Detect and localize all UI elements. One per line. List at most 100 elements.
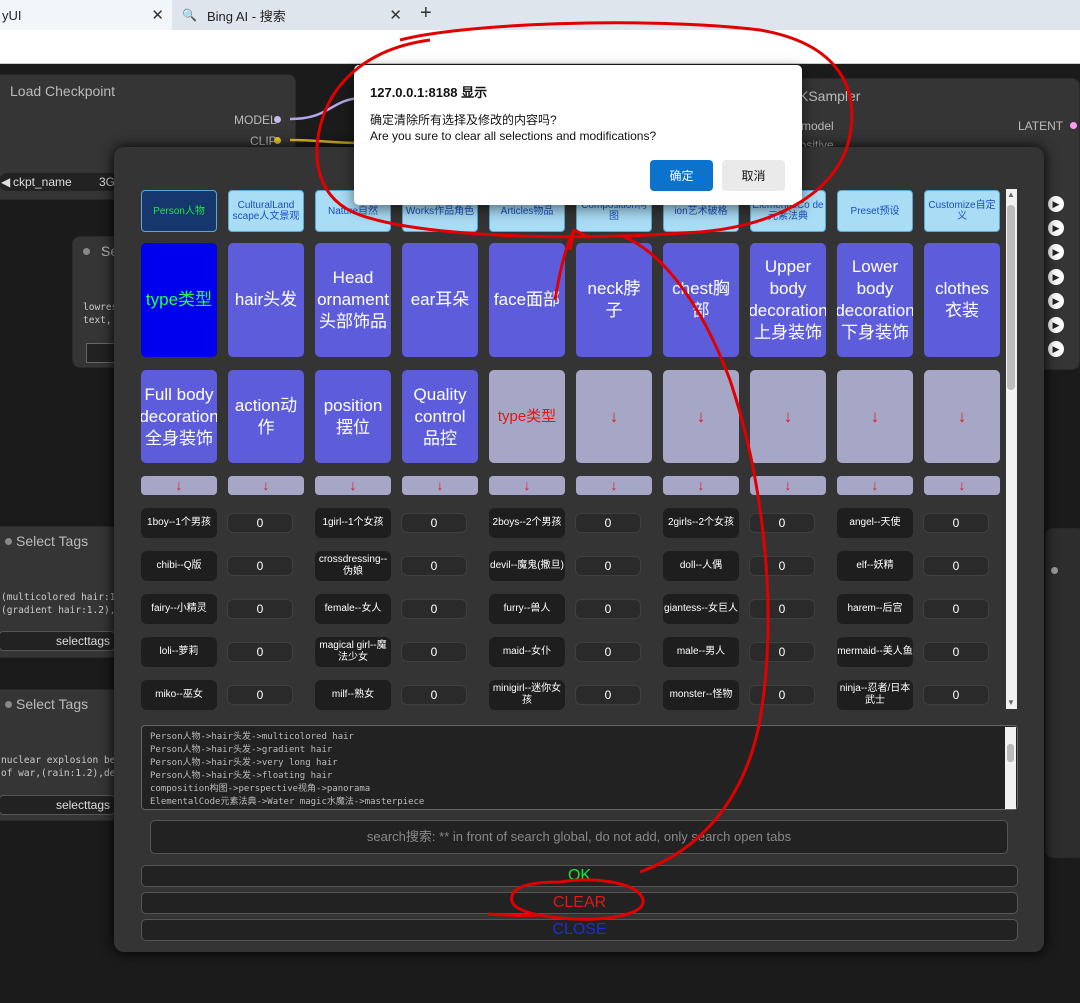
dialog-cancel-button[interactable]: 取消 xyxy=(722,160,785,191)
tag-button[interactable]: angel--天使 xyxy=(837,508,913,538)
tag-count-field[interactable]: 0 xyxy=(401,513,467,533)
tag-button[interactable]: monster--怪物 xyxy=(663,680,739,710)
subcategory-button[interactable]: ↓ xyxy=(837,370,913,463)
tag-button[interactable]: furry--兽人 xyxy=(489,594,565,624)
tag-button[interactable]: male--男人 xyxy=(663,637,739,667)
arrow-right-icon[interactable]: ▶ xyxy=(1048,220,1064,236)
tag-button[interactable]: mermaid--美人鱼 xyxy=(837,637,913,667)
subcategory-button[interactable]: Head ornament头部饰品 xyxy=(315,243,391,357)
tag-count-field[interactable]: 0 xyxy=(749,513,815,533)
tag-button[interactable]: miko--巫女 xyxy=(141,680,217,710)
tag-count-field[interactable]: 0 xyxy=(923,513,989,533)
tag-count-field[interactable]: 0 xyxy=(575,556,641,576)
subcategory-button[interactable]: ↓ xyxy=(924,370,1000,463)
scroll-down-icon[interactable]: ▼ xyxy=(1007,698,1015,707)
scroll-up-icon[interactable]: ▲ xyxy=(1007,190,1015,199)
subcategory-button[interactable]: ear耳朵 xyxy=(402,243,478,357)
tag-button[interactable]: giantess--女巨人 xyxy=(663,594,739,624)
arrow-right-icon[interactable]: ▶ xyxy=(1048,341,1064,357)
arrow-right-icon[interactable]: ▶ xyxy=(1048,269,1064,285)
subcategory-button[interactable]: neck脖子 xyxy=(576,243,652,357)
arrow-right-icon[interactable]: ▶ xyxy=(1048,196,1064,212)
node-collapse-dot[interactable] xyxy=(5,538,12,545)
tag-count-field[interactable]: 0 xyxy=(227,556,293,576)
expand-arrow-button[interactable]: ↓ xyxy=(489,476,565,495)
select-tags-node-2[interactable]: Select Tags nuclear explosion behi of wa… xyxy=(0,689,120,821)
subcategory-button[interactable]: action动作 xyxy=(228,370,304,463)
tag-count-field[interactable]: 0 xyxy=(401,556,467,576)
arrow-right-icon[interactable]: ▶ xyxy=(1048,293,1064,309)
scrollbar-thumb[interactable] xyxy=(1007,205,1015,390)
subcategory-button[interactable]: hair头发 xyxy=(228,243,304,357)
tag-count-field[interactable]: 0 xyxy=(227,685,293,705)
arrow-right-icon[interactable]: ▶ xyxy=(1048,244,1064,260)
chevron-left-icon[interactable]: ◀ xyxy=(1,175,10,189)
subcategory-button[interactable]: ↓ xyxy=(663,370,739,463)
subcategory-button[interactable]: chest胸部 xyxy=(663,243,739,357)
subcategory-button[interactable]: Lower body decoration下身装饰 xyxy=(837,243,913,357)
node-collapse-dot[interactable] xyxy=(5,701,12,708)
tag-button[interactable]: chibi--Q版 xyxy=(141,551,217,581)
expand-arrow-button[interactable]: ↓ xyxy=(228,476,304,495)
expand-arrow-button[interactable]: ↓ xyxy=(663,476,739,495)
tab-comfyui[interactable]: yUI ✕ xyxy=(0,0,172,30)
tags-text[interactable]: (multicolored hair:1.2 (gradient hair:1.… xyxy=(1,591,115,617)
tag-button[interactable]: minigirl--迷你女孩 xyxy=(489,680,565,710)
tag-button[interactable]: magical girl--魔法少女 xyxy=(315,637,391,667)
arrow-right-icon[interactable]: ▶ xyxy=(1048,317,1064,333)
subcategory-button[interactable]: face面部 xyxy=(489,243,565,357)
model-output-port[interactable] xyxy=(274,116,281,123)
tag-count-field[interactable]: 0 xyxy=(749,556,815,576)
tag-count-field[interactable]: 0 xyxy=(575,513,641,533)
category-tab-2[interactable]: CulturalLand scape人文景观 xyxy=(228,190,304,232)
subcategory-button[interactable]: position摆位 xyxy=(315,370,391,463)
select-tags-node-1[interactable]: Select Tags (multicolored hair:1.2 (grad… xyxy=(0,526,120,658)
log-scrollbar[interactable] xyxy=(1005,727,1016,809)
tag-count-field[interactable]: 0 xyxy=(923,685,989,705)
tab-bing[interactable]: 🔍 Bing AI - 搜索 ✕ xyxy=(172,0,410,30)
tag-button[interactable]: 2boys--2个男孩 xyxy=(489,508,565,538)
clip-output-port[interactable] xyxy=(274,137,281,144)
tag-button[interactable]: loli--萝莉 xyxy=(141,637,217,667)
node-port[interactable] xyxy=(1051,567,1058,574)
tag-count-field[interactable]: 0 xyxy=(923,599,989,619)
tag-button[interactable]: milf--熟女 xyxy=(315,680,391,710)
search-input[interactable]: search搜索: ** in front of search global, … xyxy=(150,820,1008,854)
tag-count-field[interactable]: 0 xyxy=(401,599,467,619)
tag-count-field[interactable]: 0 xyxy=(227,642,293,662)
tag-button[interactable]: 1boy--1个男孩 xyxy=(141,508,217,538)
tag-count-field[interactable]: 0 xyxy=(227,599,293,619)
tag-count-field[interactable]: 0 xyxy=(575,599,641,619)
subcategory-button[interactable]: clothes衣装 xyxy=(924,243,1000,357)
expand-arrow-button[interactable]: ↓ xyxy=(837,476,913,495)
subcategory-button[interactable]: ↓ xyxy=(576,370,652,463)
category-tab-10[interactable]: Customize自定义 xyxy=(924,190,1000,232)
new-tab-button[interactable]: + xyxy=(420,2,432,25)
tag-button[interactable]: doll--人偶 xyxy=(663,551,739,581)
subcategory-button[interactable]: ↓ xyxy=(750,370,826,463)
tag-button[interactable]: fairy--小精灵 xyxy=(141,594,217,624)
dialog-ok-button[interactable]: 确定 xyxy=(650,160,713,191)
selection-log[interactable]: Person人物->hair头发->multicolored hair Perso… xyxy=(141,725,1018,810)
close-button[interactable]: CLOSE xyxy=(141,919,1018,941)
expand-arrow-button[interactable]: ↓ xyxy=(315,476,391,495)
ok-button[interactable]: OK xyxy=(141,865,1018,887)
close-tab-icon[interactable]: ✕ xyxy=(389,6,402,24)
tag-count-field[interactable]: 0 xyxy=(923,556,989,576)
expand-arrow-button[interactable]: ↓ xyxy=(750,476,826,495)
category-tab-1[interactable]: Person人物 xyxy=(141,190,217,232)
tag-count-field[interactable]: 0 xyxy=(749,599,815,619)
expand-arrow-button[interactable]: ↓ xyxy=(576,476,652,495)
selecttags-button[interactable]: selecttags xyxy=(0,631,115,651)
tag-count-field[interactable]: 0 xyxy=(923,642,989,662)
subcategory-button[interactable]: type类型 xyxy=(141,243,217,357)
tag-button[interactable]: female--女人 xyxy=(315,594,391,624)
node-collapse-dot[interactable] xyxy=(83,248,90,255)
tag-button[interactable]: 2girls--2个女孩 xyxy=(663,508,739,538)
tags-text[interactable]: nuclear explosion behi of war,(rain:1.2)… xyxy=(1,754,115,780)
ckpt-name-widget[interactable]: ◀ ckpt_name 3Gu xyxy=(0,173,124,191)
tag-button[interactable]: harem--后宫 xyxy=(837,594,913,624)
category-tab-9[interactable]: Preset预设 xyxy=(837,190,913,232)
tag-count-field[interactable]: 0 xyxy=(401,685,467,705)
latent-output-port[interactable] xyxy=(1070,122,1077,129)
